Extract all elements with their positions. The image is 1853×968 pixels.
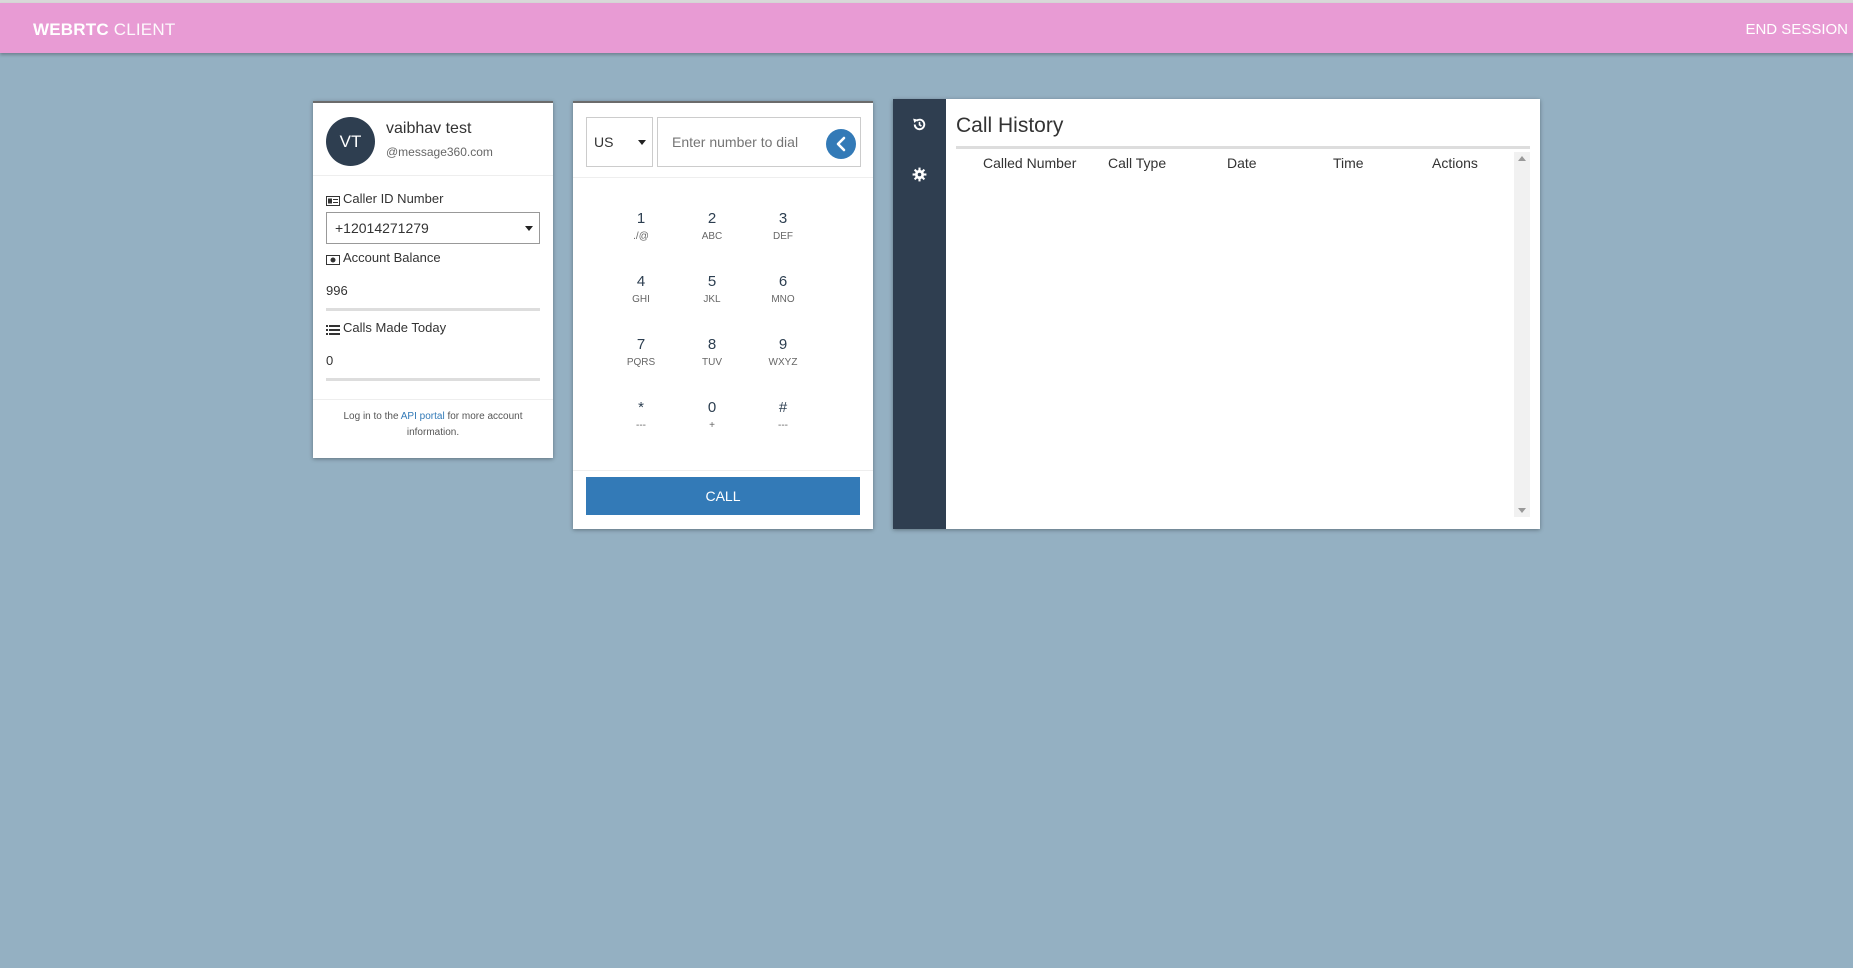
dial-key-letters: ./@	[633, 231, 649, 242]
app-brand: WEBRTC CLIENT	[33, 20, 175, 40]
dial-key-letters: PQRS	[626, 357, 656, 368]
dial-key[interactable]: 3 DEF	[753, 210, 813, 260]
dial-key-letters: GHI	[632, 294, 650, 305]
dialer-card: US 1 ./@ 2 ABC 3 DEF 4 GHI 5 JKL 6 MNO 7 PQRS 8 TUV 9 WXY…	[573, 101, 873, 529]
id-card-icon	[326, 194, 340, 206]
dial-key-digit: #	[778, 399, 788, 416]
balance-bar	[326, 308, 540, 311]
divider	[313, 399, 553, 400]
dial-key-letters: MNO	[771, 294, 795, 305]
brand-bold: WEBRTC	[33, 20, 109, 39]
dial-key[interactable]: 7 PQRS	[611, 336, 671, 386]
dial-key-digit: 1	[636, 210, 646, 227]
chevron-left-icon	[836, 136, 846, 152]
scroll-up-arrow[interactable]	[1518, 156, 1526, 161]
list-icon	[326, 323, 340, 335]
call-button[interactable]: CALL	[586, 477, 860, 515]
dial-key-digit: 0	[707, 399, 717, 416]
dial-key[interactable]: 5 JKL	[682, 273, 742, 323]
dial-key-letters: JKL	[703, 294, 721, 305]
divider	[573, 470, 873, 471]
country-select[interactable]: US	[586, 117, 653, 167]
dial-key[interactable]: 9 WXYZ	[753, 336, 813, 386]
dial-key-digit: 3	[778, 210, 788, 227]
dial-key[interactable]: 4 GHI	[611, 273, 671, 323]
dial-key-digit: 6	[778, 273, 788, 290]
dial-key-letters: ---	[636, 420, 646, 431]
dial-key-digit: 2	[707, 210, 717, 227]
brand-thin: CLIENT	[113, 20, 176, 39]
calls-bar	[326, 378, 540, 381]
scroll-down-arrow[interactable]	[1518, 508, 1526, 513]
chevron-down-icon	[525, 226, 533, 231]
column-header-time: Time	[1333, 155, 1364, 171]
api-portal-link[interactable]: API portal	[401, 411, 445, 422]
caller-id-value: +12014271279	[335, 220, 429, 236]
end-session-link[interactable]: END SESSION	[1745, 21, 1848, 38]
footer-text-before: Log in to the	[343, 411, 401, 422]
dial-key-digit: 5	[707, 273, 717, 290]
account-balance-value: 996	[326, 283, 348, 298]
dial-key-letters: +	[709, 420, 715, 431]
dial-key[interactable]: 0 +	[682, 399, 742, 449]
country-value: US	[594, 134, 614, 150]
call-history-panel: Call History Called Number Call Type Dat…	[893, 99, 1540, 529]
backspace-button[interactable]	[826, 129, 856, 159]
top-navbar: WEBRTC CLIENT END SESSION	[0, 3, 1853, 53]
dial-key-letters: ---	[778, 420, 788, 431]
call-history-content: Call History Called Number Call Type Dat…	[946, 99, 1540, 529]
avatar: VT	[326, 117, 375, 166]
dial-key-letters: TUV	[702, 357, 722, 368]
user-name: vaibhav test	[386, 120, 472, 137]
dial-key[interactable]: * ---	[611, 399, 671, 449]
side-nav	[893, 99, 946, 529]
dial-key-digit: *	[638, 399, 644, 416]
title-underline	[956, 146, 1530, 149]
dial-key-digit: 8	[707, 336, 717, 353]
user-domain: @message360.com	[386, 145, 493, 159]
dial-number-input[interactable]	[670, 133, 824, 151]
dial-input-wrapper	[657, 117, 861, 167]
calls-today-label-text: Calls Made Today	[343, 320, 447, 335]
dial-key[interactable]: 8 TUV	[682, 336, 742, 386]
dial-key-letters: ABC	[701, 231, 723, 242]
column-header-call-type: Call Type	[1108, 155, 1167, 171]
dial-key[interactable]: 6 MNO	[753, 273, 813, 323]
account-balance-label-text: Account Balance	[343, 250, 441, 265]
gear-icon[interactable]	[911, 166, 928, 183]
dial-key-digit: 7	[636, 336, 646, 353]
dial-key[interactable]: 2 ABC	[682, 210, 742, 260]
money-icon	[326, 253, 340, 265]
calls-today-value: 0	[326, 353, 334, 368]
divider	[573, 177, 873, 178]
calls-today-label: Calls Made Today	[326, 320, 446, 335]
call-history-title: Call History	[956, 114, 1064, 137]
history-icon[interactable]	[911, 116, 928, 133]
history-scrollbar[interactable]	[1514, 152, 1530, 517]
caller-id-label: Caller ID Number	[326, 191, 443, 206]
dial-key-letters: WXYZ	[768, 357, 798, 368]
column-header-called-number: Called Number	[983, 155, 1077, 171]
account-balance-label: Account Balance	[326, 250, 441, 265]
dial-key-digit: 4	[636, 273, 646, 290]
caller-id-label-text: Caller ID Number	[343, 191, 444, 206]
dial-key-digit: 9	[778, 336, 788, 353]
divider	[313, 175, 553, 176]
account-footer-note: Log in to the API portal for more accoun…	[333, 409, 533, 441]
dial-key[interactable]: 1 ./@	[611, 210, 671, 260]
dial-key[interactable]: # ---	[753, 399, 813, 449]
dial-key-letters: DEF	[773, 231, 793, 242]
chevron-down-icon	[638, 140, 646, 145]
column-header-actions: Actions	[1432, 155, 1478, 171]
account-card: VT vaibhav test @message360.com Caller I…	[313, 101, 553, 458]
column-header-date: Date	[1227, 155, 1257, 171]
caller-id-select[interactable]: +12014271279	[326, 212, 540, 244]
